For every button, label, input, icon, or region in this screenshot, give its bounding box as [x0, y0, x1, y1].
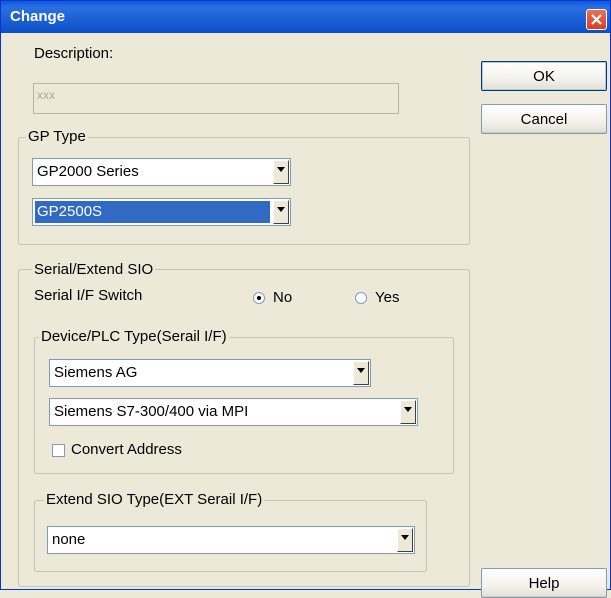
radio-no-label[interactable]: No [273, 289, 292, 306]
description-value: xxx [37, 88, 55, 102]
device-model-select[interactable]: Siemens S7-300/400 via MPI [49, 398, 418, 426]
close-button[interactable] [586, 9, 607, 30]
chevron-down-icon [277, 207, 285, 212]
device-model-value: Siemens S7-300/400 via MPI [54, 403, 249, 420]
description-label: Description: [34, 45, 114, 62]
convert-address-label[interactable]: Convert Address [71, 441, 182, 458]
extend-sio-dropdown-button[interactable] [397, 528, 413, 552]
radio-no-selected-dot [257, 296, 261, 300]
description-field[interactable]: xxx [33, 83, 399, 114]
gp-model-dropdown-button[interactable] [273, 200, 289, 224]
gp-type-legend: GP Type [26, 128, 88, 145]
extend-sio-select[interactable]: none [47, 526, 415, 554]
gp-model-select[interactable]: GP2500S [32, 198, 291, 226]
title-bar[interactable]: Change [1, 1, 610, 33]
device-maker-dropdown-button[interactable] [353, 361, 369, 385]
cancel-button-label: Cancel [520, 111, 568, 128]
chevron-down-icon [401, 535, 409, 540]
device-model-dropdown-button[interactable] [400, 400, 416, 424]
radio-yes-label[interactable]: Yes [375, 289, 399, 306]
gp-series-select[interactable]: GP2000 Series [32, 158, 291, 186]
device-plc-legend: Device/PLC Type(Serail I/F) [39, 328, 229, 345]
serial-switch-label: Serial I/F Switch [34, 287, 143, 304]
serial-extend-legend: Serial/Extend SIO [32, 261, 156, 278]
gp-model-value: GP2500S [37, 203, 103, 220]
chevron-down-icon [357, 368, 365, 373]
chevron-down-icon [404, 407, 412, 412]
convert-address-checkbox[interactable] [52, 444, 65, 457]
help-button-label: Help [528, 575, 560, 592]
change-dialog: Change Description: xxx OK Cancel Help G… [0, 0, 611, 598]
ok-button[interactable]: OK [481, 61, 607, 91]
radio-yes[interactable] [355, 292, 367, 304]
device-maker-value: Siemens AG [54, 364, 138, 381]
extend-sio-legend: Extend SIO Type(EXT Serail I/F) [44, 491, 265, 508]
cancel-button[interactable]: Cancel [481, 104, 607, 134]
close-icon [591, 14, 602, 25]
gp-series-value: GP2000 Series [37, 163, 139, 180]
gp-series-dropdown-button[interactable] [273, 160, 289, 184]
gp-type-group [18, 137, 470, 245]
ok-button-label: OK [533, 68, 555, 85]
extend-sio-value: none [52, 531, 86, 548]
chevron-down-icon [277, 167, 285, 172]
window-title: Change [10, 8, 66, 25]
device-maker-select[interactable]: Siemens AG [49, 359, 371, 387]
help-button[interactable]: Help [481, 568, 607, 598]
radio-no[interactable] [253, 292, 265, 304]
